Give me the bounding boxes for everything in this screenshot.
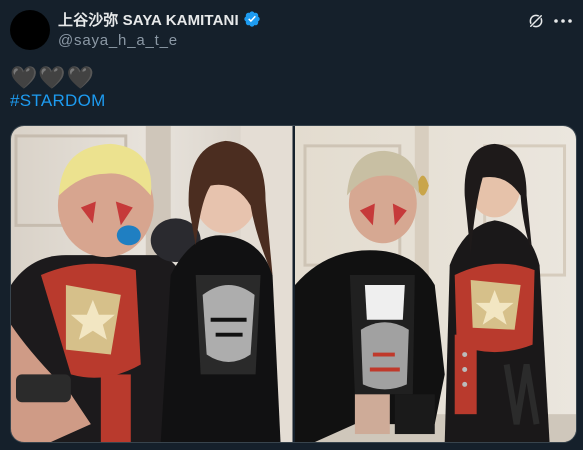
media-grid <box>10 125 577 443</box>
heart-emojis: 🖤🖤🖤 <box>10 65 96 90</box>
photo-1[interactable] <box>11 126 293 442</box>
more-options-icon[interactable] <box>553 12 573 30</box>
tweet-header: 上谷沙弥 SAYA KAMITANI @saya_h_a_t_e <box>58 9 523 49</box>
photo-1-image <box>11 126 293 442</box>
verified-badge-icon <box>244 11 260 27</box>
tweet-text: 🖤🖤🖤 <box>10 66 95 91</box>
author-handle[interactable]: @saya_h_a_t_e <box>58 32 523 49</box>
tweet-card: 上谷沙弥 SAYA KAMITANI @saya_h_a_t_e 🖤🖤🖤 #ST… <box>0 0 583 450</box>
grok-icon[interactable] <box>527 12 545 30</box>
author-avatar[interactable] <box>10 10 50 50</box>
photo-2[interactable] <box>294 126 576 442</box>
photo-2-image <box>294 126 576 442</box>
author-display-name[interactable]: 上谷沙弥 SAYA KAMITANI <box>58 9 239 30</box>
name-row: 上谷沙弥 SAYA KAMITANI <box>58 9 523 29</box>
hashtag-link[interactable]: #STARDOM <box>10 91 106 111</box>
